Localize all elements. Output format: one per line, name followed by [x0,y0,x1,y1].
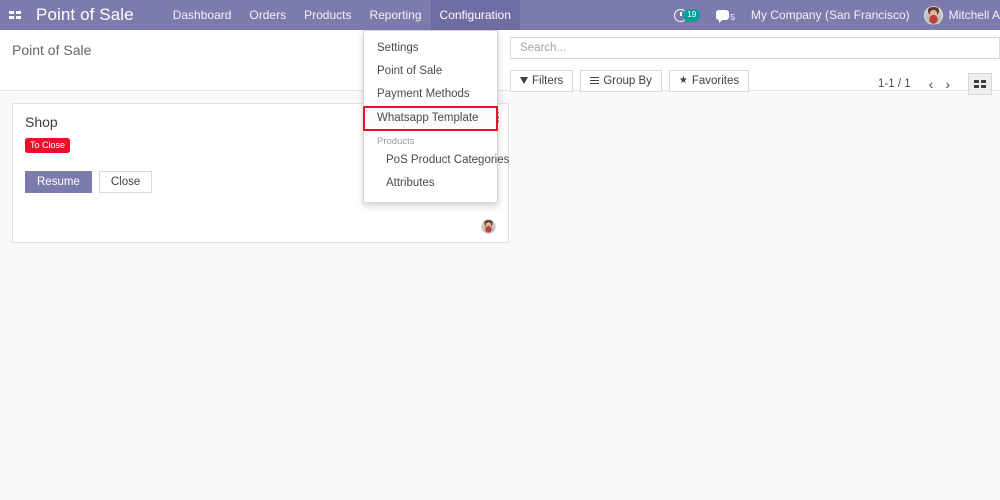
configuration-dropdown-menu: Settings Point of Sale Payment Methods W… [363,30,498,203]
nav-item-reporting[interactable]: Reporting [360,0,430,30]
top-navbar: Point of Sale Dashboard Orders Products … [0,0,1000,30]
control-panel-buttons: Filters Group By ★ Favorites 1-1 / 1 ‹ › [510,66,1000,95]
search-input[interactable] [518,41,992,55]
dropdown-item-point-of-sale[interactable]: Point of Sale [364,60,497,83]
app-brand-title[interactable]: Point of Sale [30,0,144,30]
kanban-view-button[interactable] [968,73,992,95]
resume-button[interactable]: Resume [25,171,92,193]
dropdown-item-payment-methods[interactable]: Payment Methods [364,83,497,106]
avatar[interactable] [481,219,496,234]
messages-count-badge: 5 [730,12,735,22]
nav-item-dashboard[interactable]: Dashboard [164,0,241,30]
star-icon: ★ [679,76,688,86]
kanban-view: Shop To Close Resume Close [0,91,1000,255]
pager-count: 1-1 / 1 [878,78,911,90]
dropdown-section-products: Products [364,131,497,149]
chevron-right-icon[interactable]: › [939,77,956,91]
company-switcher[interactable]: My Company (San Francisco) [743,8,918,22]
apps-menu-button[interactable] [0,0,30,30]
search-bar[interactable] [510,37,1000,59]
group-by-label: Group By [603,75,652,87]
filters-button[interactable]: Filters [510,70,573,92]
activity-count-badge: 19 [683,9,700,22]
navbar-menu: Dashboard Orders Products Reporting Conf… [164,0,520,30]
status-badge: To Close [25,138,70,153]
chevron-left-icon[interactable]: ‹ [923,77,940,91]
dropdown-item-pos-product-categories[interactable]: PoS Product Categories [364,149,497,172]
dropdown-item-whatsapp-template[interactable]: Whatsapp Template [364,107,497,130]
user-name-label: Mitchell A [949,8,1000,22]
chat-bubble-icon [716,10,729,20]
apps-grid-icon [9,11,21,19]
favorites-button[interactable]: ★ Favorites [669,70,749,92]
funnel-icon [520,77,528,84]
kanban-view-icon [974,80,986,88]
dropdown-item-attributes[interactable]: Attributes [364,172,497,195]
control-panel: Point of Sale Filters Group By ★ Favorit… [0,30,1000,91]
navbar-right-zone: 19 5 My Company (San Francisco) Mitchell… [666,0,1000,30]
user-menu-button[interactable]: Mitchell A [918,6,1000,25]
group-by-button[interactable]: Group By [580,70,662,92]
bars-icon [590,77,599,84]
messages-menu-button[interactable]: 5 [708,9,743,22]
pager: 1-1 / 1 ‹ › [878,73,1000,95]
search-zone: Filters Group By ★ Favorites 1-1 / 1 ‹ › [510,30,1000,95]
nav-item-orders[interactable]: Orders [240,0,295,30]
favorites-label: Favorites [692,75,739,87]
dropdown-item-settings[interactable]: Settings [364,37,497,60]
nav-item-products[interactable]: Products [295,0,360,30]
avatar [924,6,943,25]
filters-label: Filters [532,75,563,87]
nav-item-configuration[interactable]: Configuration [431,0,520,30]
close-button[interactable]: Close [99,171,152,193]
activity-menu-button[interactable]: 19 [666,9,708,22]
